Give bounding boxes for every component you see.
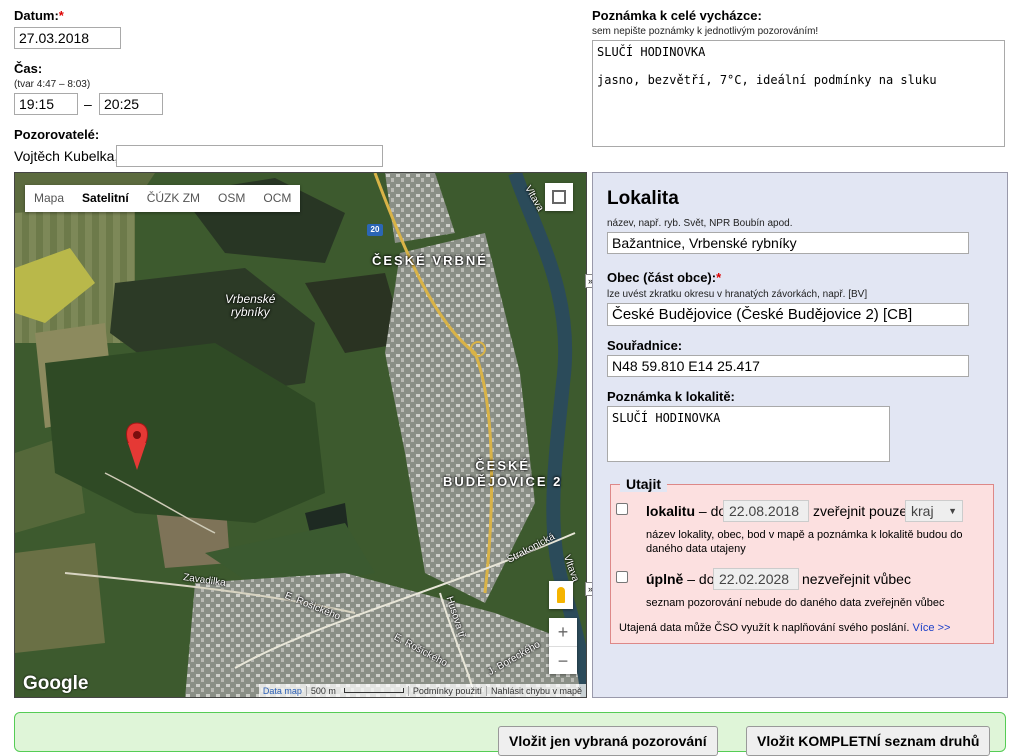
- cas-from-input[interactable]: [14, 93, 78, 115]
- uplne-do: – do: [687, 571, 715, 587]
- label-vrbenske-2: rybníky: [230, 305, 270, 319]
- vlozit-vybrana-button[interactable]: Vložit jen vybraná pozorování: [498, 726, 718, 756]
- road-number: 20: [370, 225, 380, 234]
- utajit-info-text: Utajená data může ČSO využít k naplňován…: [619, 622, 910, 634]
- label-vrbenske: Vrbenské rybníky: [225, 293, 275, 319]
- label-cb2-1: ČESKÉ: [475, 458, 531, 473]
- utajit-uplne-checkbox[interactable]: [616, 571, 628, 583]
- poznamka-lokalita-textarea[interactable]: [607, 406, 890, 462]
- zoom-in-button[interactable]: +: [558, 618, 569, 646]
- cas-label: Čas:: [14, 61, 43, 76]
- kraj-select[interactable]: kraj ▼: [905, 500, 963, 522]
- map-tab-satelitni[interactable]: Satelitní: [73, 185, 138, 212]
- obec-hint: lze uvést zkratku okresu v hranatých záv…: [607, 289, 868, 300]
- street-view-button[interactable]: [549, 581, 573, 609]
- map-data-link[interactable]: Data map: [259, 686, 306, 696]
- uplne-label: úplně: [646, 571, 684, 587]
- lokalitu-label: lokalitu: [646, 503, 696, 519]
- nezverejnit-label: nezveřejnit vůbec: [802, 571, 911, 587]
- google-logo: Google: [23, 673, 89, 694]
- pozorovatele-input[interactable]: [116, 145, 383, 167]
- cas-separator: –: [84, 96, 92, 112]
- lokalita-title: Lokalita: [607, 188, 679, 209]
- map-tab-ocm[interactable]: OCM: [254, 185, 300, 212]
- map-type-tabs: Mapa Satelitní ČÚZK ZM OSM OCM: [25, 185, 301, 212]
- utajit-legend: Utajit: [620, 476, 667, 492]
- dropdown-arrow-icon: ▼: [948, 506, 957, 516]
- lokalitu-date-input[interactable]: 22.08.2018: [723, 500, 809, 522]
- utajit-lokalitu-checkbox[interactable]: [616, 503, 628, 515]
- zoom-control: + −: [549, 618, 577, 674]
- lokalita-nazev-hint: název, např. ryb. Svět, NPR Boubín apod.: [607, 218, 793, 229]
- map-tab-mapa[interactable]: Mapa: [25, 185, 73, 212]
- poznamka-lokalita-label: Poznámka k lokalitě:: [607, 389, 735, 404]
- map-scale: 500 m: [305, 685, 340, 696]
- fullscreen-icon: [552, 190, 566, 204]
- poznamka-vychazka-label: Poznámka k celé vycházce:: [592, 8, 762, 23]
- zverejnit-pouze-label: zveřejnit pouze: [813, 503, 908, 519]
- uplne-hint: seznam pozorování nebude do daného data …: [646, 597, 945, 609]
- label-cb2-2: BUDĚJOVICE 2: [443, 474, 563, 489]
- datum-input[interactable]: [14, 27, 121, 49]
- lokalitu-hint: název lokality, obec, bod v mapě a pozná…: [646, 529, 963, 555]
- utajit-info: Utajená data může ČSO využít k naplňován…: [619, 622, 950, 634]
- pozorovatele-label: Pozorovatelé:: [14, 127, 100, 142]
- map-footer: Data map 500 m Podmínky použití Nahlásit…: [258, 684, 586, 697]
- fullscreen-button[interactable]: [545, 183, 573, 211]
- label-ceske-vrbne: ČESKÉ VRBNÉ: [372, 253, 488, 268]
- map[interactable]: Mapa Satelitní ČÚZK ZM OSM OCM 20 ČESKÉ …: [14, 172, 587, 698]
- poznamka-vychazka-textarea[interactable]: [592, 40, 1005, 147]
- poznamka-vychazka-hint: sem nepište poznámky k jednotlivým pozor…: [592, 26, 819, 37]
- cas-hint: (tvar 4:47 – 8:03): [14, 79, 91, 90]
- required-mark-obec: *: [716, 270, 722, 285]
- satellite-imagery: [15, 173, 586, 697]
- label-cb2: ČESKÉ BUDĚJOVICE 2: [443, 458, 562, 490]
- pozorovatele-names: Vojtěch Kubelka,: [14, 148, 119, 164]
- utajit-lokalitu-row: lokalitu – do: [646, 503, 726, 519]
- required-mark: *: [58, 8, 64, 23]
- uplne-date-input[interactable]: 22.02.2028: [713, 568, 799, 590]
- map-terms-link[interactable]: Podmínky použití: [407, 685, 486, 696]
- cas-to-input[interactable]: [99, 93, 163, 115]
- obec-label: Obec (část obce):*: [607, 270, 722, 285]
- pegman-icon: [557, 587, 565, 603]
- souradnice-input[interactable]: [607, 355, 969, 377]
- map-report-link[interactable]: Nahlásit chybu v mapě: [485, 685, 586, 696]
- souradnice-label: Souřadnice:: [607, 338, 683, 353]
- vlozit-kompletni-button[interactable]: Vložit KOMPLETNÍ seznam druhů: [746, 726, 991, 756]
- obec-input[interactable]: [607, 303, 969, 326]
- map-tab-cuzk[interactable]: ČÚZK ZM: [138, 185, 209, 212]
- utajit-uplne-row: úplně – do: [646, 571, 714, 587]
- datum-label: Datum:*: [14, 8, 64, 23]
- vice-link[interactable]: Více >>: [913, 622, 951, 634]
- kraj-select-value: kraj: [911, 503, 934, 519]
- map-tab-osm[interactable]: OSM: [209, 185, 254, 212]
- lokalita-nazev-input[interactable]: [607, 232, 969, 254]
- zoom-out-button[interactable]: −: [549, 645, 577, 675]
